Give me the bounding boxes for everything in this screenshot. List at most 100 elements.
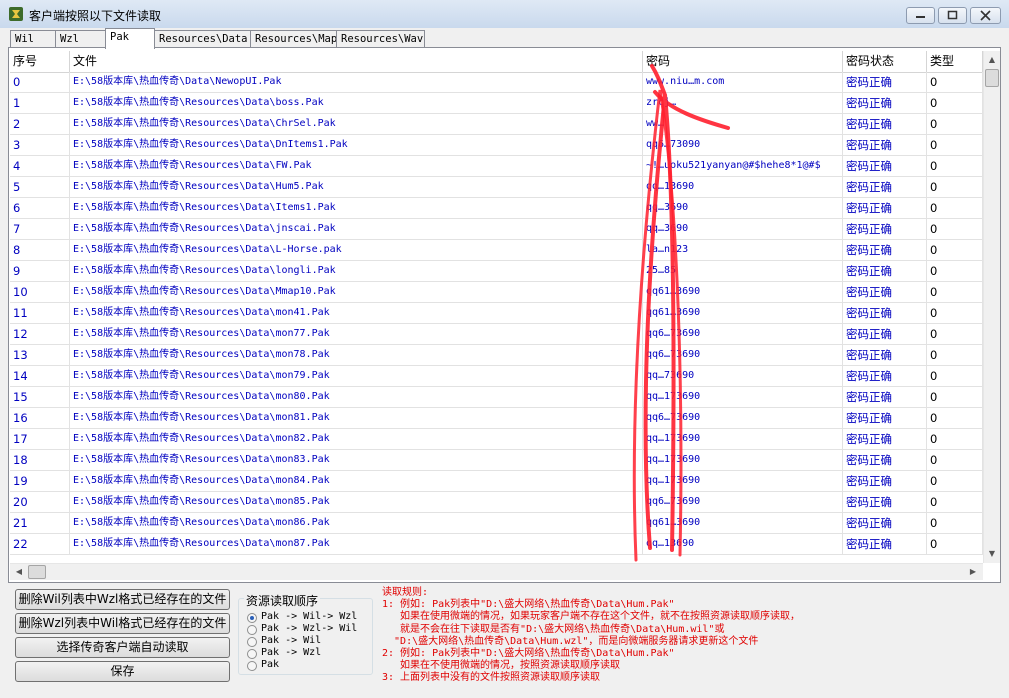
table-row[interactable]: 22 E:\58版本库\热血传奇\Resources\Data\mon87.Pak… [10,534,983,555]
delete-wzl-duplicates-button[interactable]: 删除Wzl列表中Wil格式已经存在的文件 [15,613,230,634]
tab-pak[interactable]: Pak [105,28,155,49]
table-row[interactable]: 11 E:\58版本库\热血传奇\Resources\Data\mon41.Pak… [10,303,983,324]
cell-password-status: 密码正确 [843,366,927,386]
table-row[interactable]: 8 E:\58版本库\热血传奇\Resources\Data\L-Horse.pa… [10,240,983,261]
cell-password-status: 密码正确 [843,387,927,407]
radio-label: Pak -> Wil-> Wzl [261,611,358,622]
table-row[interactable]: 19 E:\58版本库\热血传奇\Resources\Data\mon84.Pak… [10,471,983,492]
table-row[interactable]: 15 E:\58版本库\热血传奇\Resources\Data\mon80.Pak… [10,387,983,408]
table-row[interactable]: 18 E:\58版本库\热血传奇\Resources\Data\mon83.Pak… [10,450,983,471]
close-button[interactable] [970,7,1001,24]
minimize-button[interactable] [906,7,935,24]
cell-index: 8 [10,240,70,260]
cell-password: qq61…3690 [643,303,843,323]
radio-indicator[interactable] [247,661,257,671]
save-button[interactable]: 保存 [15,661,230,682]
scroll-up-icon[interactable]: ▲ [984,52,1000,68]
cell-index: 7 [10,219,70,239]
vertical-scroll-thumb[interactable] [985,69,999,87]
tab-resources-data[interactable]: Resources\Data [154,30,251,47]
table-row[interactable]: 6 E:\58版本库\热血传奇\Resources\Data\Items1.Pak… [10,198,983,219]
cell-type: 0 [927,135,983,155]
maximize-button[interactable] [938,7,967,24]
table-row[interactable]: 13 E:\58版本库\热血传奇\Resources\Data\mon78.Pak… [10,345,983,366]
horizontal-scrollbar[interactable]: ◀ ▶ [10,563,983,580]
cell-index: 9 [10,261,70,281]
cell-file: E:\58版本库\热血传奇\Resources\Data\L-Horse.pak [70,240,643,260]
table-row[interactable]: 5 E:\58版本库\热血传奇\Resources\Data\Hum5.Pak qq… [10,177,983,198]
cell-password-status: 密码正确 [843,135,927,155]
select-client-button[interactable]: 选择传奇客户端自动读取 [15,637,230,658]
table-row[interactable]: 1 E:\58版本库\热血传奇\Resources\Data\boss.Pak zr… [10,93,983,114]
scroll-left-icon[interactable]: ◀ [11,564,27,580]
cell-password: www.niu…m.com [643,72,843,92]
table-row[interactable]: 14 E:\58版本库\热血传奇\Resources\Data\mon79.Pak… [10,366,983,387]
cell-type: 0 [927,72,983,92]
rule-line: "D:\盛大网络\热血传奇\Data\Hum.wzl"，而是向微端服务器请求更新… [382,635,759,647]
cell-index: 16 [10,408,70,428]
cell-password-status: 密码正确 [843,534,927,554]
table-row[interactable]: 4 E:\58版本库\热血传奇\Resources\Data\FW.Pak ~!…u… [10,156,983,177]
file-list[interactable]: 序号 文件 密码 密码状态 类型 0 E:\58版本库\热血传奇\Data\New… [10,51,983,563]
tab-wzl[interactable]: Wzl [55,30,106,47]
cell-password: qq…173690 [643,387,843,407]
cell-password-status: 密码正确 [843,72,927,92]
cell-type: 0 [927,534,983,554]
radio-label: Pak -> Wzl-> Wil [261,623,358,634]
radio-label: Pak [261,659,280,670]
table-row[interactable]: 20 E:\58版本库\热血传奇\Resources\Data\mon85.Pak… [10,492,983,513]
list-header: 序号 文件 密码 密码状态 类型 [10,51,983,73]
column-header-type[interactable]: 类型 [927,51,983,72]
tab-resources-map[interactable]: Resources\Map [250,30,337,47]
scroll-right-icon[interactable]: ▶ [965,564,981,580]
table-row[interactable]: 3 E:\58版本库\热血传奇\Resources\Data\DnItems1.P… [10,135,983,156]
column-header-index[interactable]: 序号 [10,51,70,72]
tab-wil[interactable]: Wil [10,30,56,47]
title-bar: 客户端按照以下文件读取 [0,0,1009,28]
table-row[interactable]: 0 E:\58版本库\热血传奇\Data\NewopUI.Pak www.niu…m… [10,72,983,93]
radio-indicator[interactable] [247,637,257,647]
rule-line: 如果在使用微端的情况，如果玩家客户端不存在这个文件，就不在按照资源读取顺序读取， [382,611,801,623]
cell-type: 0 [927,387,983,407]
cell-file: E:\58版本库\热血传奇\Resources\Data\Hum5.Pak [70,177,643,197]
cell-file: E:\58版本库\热血传奇\Resources\Data\ChrSel.Pak [70,114,643,134]
cell-index: 19 [10,471,70,491]
radio-indicator[interactable] [247,625,257,635]
cell-index: 0 [10,72,70,92]
radio-indicator[interactable] [247,649,257,659]
rule-line: 如果在不使用微端的情况，按照资源读取顺序读取 [382,660,621,672]
tab-resources-wav[interactable]: Resources\Wav [336,30,425,47]
cell-file: E:\58版本库\热血传奇\Resources\Data\jnscai.Pak [70,219,643,239]
table-row[interactable]: 12 E:\58版本库\热血传奇\Resources\Data\mon77.Pak… [10,324,983,345]
rule-line: 1: 例如: Pak列表中"D:\盛大网络\热血传奇\Data\Hum.Pak" [382,599,675,611]
radio-label: Pak -> Wzl [261,647,322,658]
table-row[interactable]: 2 E:\58版本库\热血传奇\Resources\Data\ChrSel.Pak… [10,114,983,135]
cell-file: E:\58版本库\热血传奇\Resources\Data\mon78.Pak [70,345,643,365]
vertical-scrollbar[interactable]: ▲ ▼ [983,51,1000,563]
cell-password-status: 密码正确 [843,513,927,533]
cell-password: ww… [643,114,843,134]
cell-file: E:\58版本库\热血传奇\Data\NewopUI.Pak [70,72,643,92]
horizontal-scroll-thumb[interactable] [28,565,46,579]
scroll-down-icon[interactable]: ▼ [984,546,1000,562]
cell-password-status: 密码正确 [843,303,927,323]
table-row[interactable]: 21 E:\58版本库\热血传奇\Resources\Data\mon86.Pak… [10,513,983,534]
column-header-password-status[interactable]: 密码状态 [843,51,927,72]
table-row[interactable]: 10 E:\58版本库\热血传奇\Resources\Data\Mmap10.Pa… [10,282,983,303]
column-header-file[interactable]: 文件 [70,51,643,72]
delete-wil-duplicates-button[interactable]: 删除Wil列表中Wzl格式已经存在的文件 [15,589,230,610]
cell-file: E:\58版本库\热血传奇\Resources\Data\mon81.Pak [70,408,643,428]
table-row[interactable]: 9 E:\58版本库\热血传奇\Resources\Data\longli.Pak… [10,261,983,282]
cell-type: 0 [927,303,983,323]
cell-file: E:\58版本库\热血传奇\Resources\Data\mon80.Pak [70,387,643,407]
cell-index: 2 [10,114,70,134]
table-row[interactable]: 16 E:\58版本库\热血传奇\Resources\Data\mon81.Pak… [10,408,983,429]
radio-indicator[interactable] [247,613,257,623]
table-row[interactable]: 7 E:\58版本库\热血传奇\Resources\Data\jnscai.Pak… [10,219,983,240]
cell-type: 0 [927,114,983,134]
rule-line: 就是不会在往下读取是否有"D:\盛大网络\热血传奇\Data\Hum.wil"或 [382,623,725,635]
cell-index: 14 [10,366,70,386]
column-header-password[interactable]: 密码 [643,51,843,72]
table-row[interactable]: 17 E:\58版本库\热血传奇\Resources\Data\mon82.Pak… [10,429,983,450]
cell-index: 22 [10,534,70,554]
